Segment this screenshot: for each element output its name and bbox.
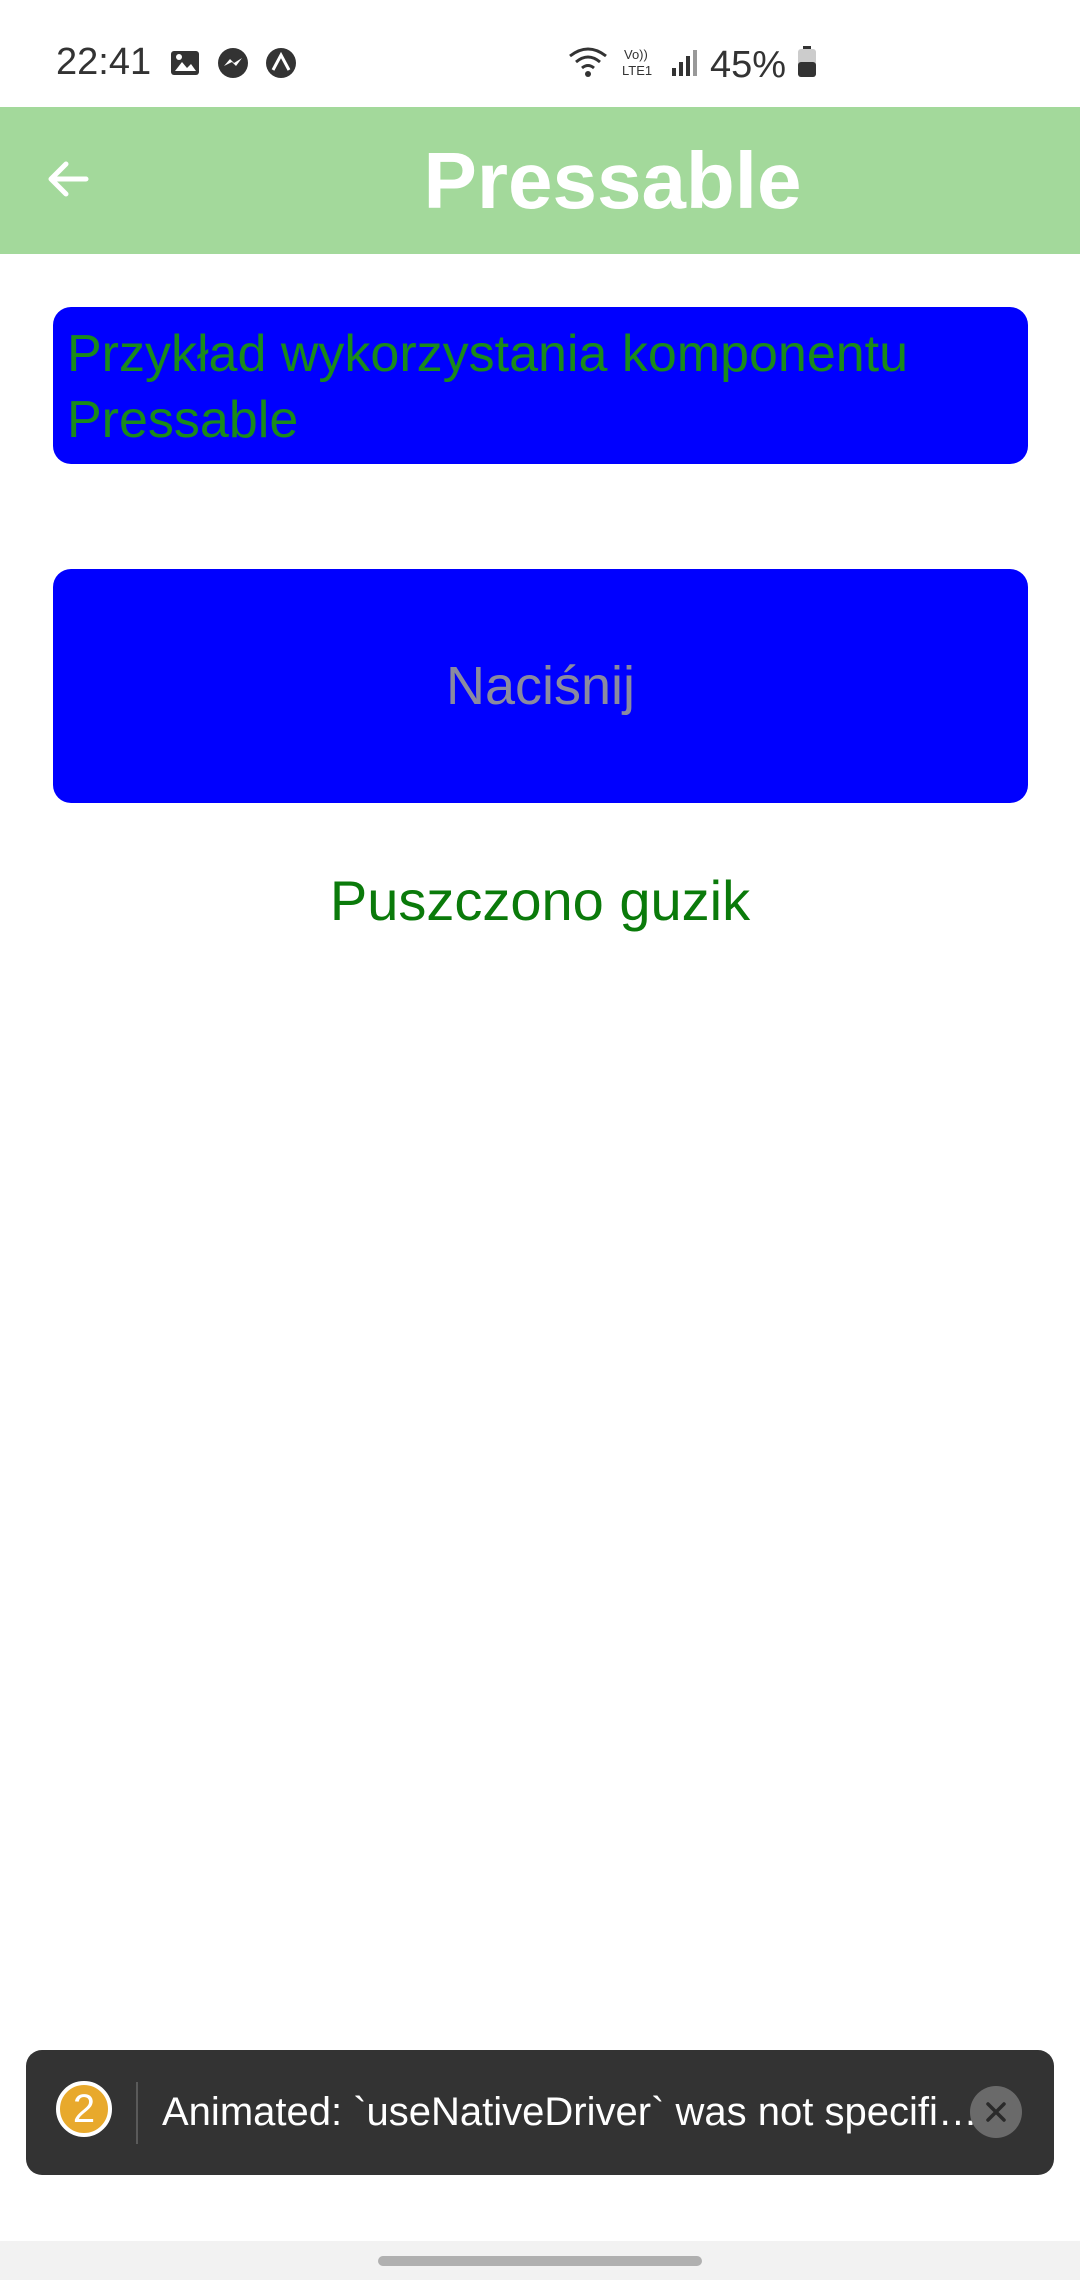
press-button-label: Naciśnij: [445, 656, 636, 716]
svg-text:Vo)): Vo)): [624, 47, 648, 62]
press-button[interactable]: Naciśnij: [53, 569, 1028, 803]
close-icon: [986, 2102, 1006, 2122]
system-icons: Vo)) LTE1 45%: [566, 44, 818, 85]
messenger-icon: [216, 46, 250, 80]
dismiss-toast-button[interactable]: [970, 2086, 1022, 2138]
example-description-text: Przykład wykorzystania komponentu Pressa…: [67, 325, 909, 449]
back-arrow-icon: [48, 161, 89, 197]
warning-count-badge: 2: [56, 2081, 112, 2137]
volte-icon: Vo)) LTE1: [620, 44, 660, 85]
app-header: Pressable: [0, 107, 1080, 254]
signal-icon: [670, 44, 700, 85]
svg-text:LTE1: LTE1: [622, 63, 652, 78]
page-title: Pressable: [423, 136, 802, 225]
warning-message: Animated: `useNativeDriver` was not spec…: [162, 2090, 982, 2134]
warning-toast[interactable]: 2 Animated: `useNativeDriver` was not sp…: [26, 2050, 1054, 2175]
expo-icon: [264, 46, 298, 80]
battery-icon: [796, 44, 818, 85]
status-time: 22:41: [56, 41, 152, 83]
back-button[interactable]: [36, 147, 100, 211]
toast-divider: [136, 2082, 138, 2144]
gallery-icon: [168, 46, 202, 80]
wifi-icon: [566, 44, 610, 85]
home-indicator[interactable]: [378, 2256, 702, 2266]
status-bar: 22:41 Vo)) LTE1 45%: [0, 0, 1080, 107]
press-status-message: Puszczono guzik: [329, 869, 751, 932]
notification-icons: [168, 46, 298, 80]
navigation-bar: [0, 2241, 1080, 2280]
battery-percent: 45%: [710, 43, 787, 86]
example-description-box: Przykład wykorzystania komponentu Pressa…: [53, 307, 1028, 464]
